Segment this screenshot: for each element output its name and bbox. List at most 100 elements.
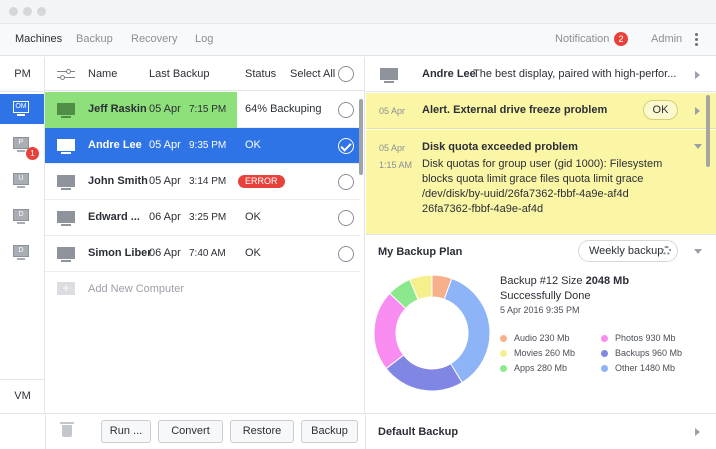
backup-size-value: 2048 Mb: [585, 275, 630, 287]
computer-icon: [57, 139, 75, 154]
convert-button[interactable]: Convert: [158, 420, 223, 443]
add-computer-row[interactable]: + Add New Computer: [45, 271, 360, 307]
rail-divider: [0, 379, 45, 380]
rail-item-d2[interactable]: D: [0, 238, 44, 268]
computer-icon: [57, 103, 75, 118]
legend-label-movies: Movies 260 Mb: [514, 348, 576, 358]
default-backup-label[interactable]: Default Backup: [378, 426, 458, 438]
computer-icon: P: [13, 137, 29, 152]
run-button[interactable]: Run ...: [101, 420, 151, 443]
backup-time: 9:35 PM: [189, 140, 227, 151]
alert-title: Alert. External drive freeze problem: [422, 104, 608, 116]
row-checkbox[interactable]: [338, 102, 354, 118]
legend-dot-photos: [601, 335, 608, 342]
trash-icon[interactable]: [60, 422, 74, 437]
admin-menu[interactable]: Admin: [651, 33, 682, 45]
toolbar-divider: [365, 414, 366, 449]
rail-label-pm: PM: [14, 68, 31, 80]
legend-label-backups: Backups 960 Mb: [615, 348, 683, 358]
chevron-right-icon[interactable]: [695, 71, 700, 79]
donut-slice-photos: [373, 292, 407, 370]
legend-dot-apps: [500, 365, 507, 372]
alert-ok-button[interactable]: OK: [643, 100, 678, 120]
backup-time: 7:40 AM: [189, 248, 226, 259]
computer-icon: [380, 68, 398, 83]
alert-date: 05 Apr: [379, 143, 406, 153]
donut-slice-backups: [385, 354, 463, 392]
error-status-badge: ERROR: [238, 175, 285, 188]
backup-date: 05 Apr: [149, 103, 181, 115]
alert-row-disk-quota[interactable]: 05 Apr 1:15 AM Disk quota exceeded probl…: [366, 130, 716, 234]
alert-body-line: blocks quota limit grace files quota lim…: [422, 173, 644, 185]
select-all-checkbox[interactable]: [338, 66, 354, 82]
machine-name: Simon Liber: [88, 247, 152, 259]
legend-label-apps: Apps 280 Mb: [514, 363, 568, 373]
tab-backup[interactable]: Backup: [76, 33, 113, 45]
filter-icon[interactable]: [57, 67, 75, 81]
alert-body-line: /dev/disk/by-uuid/26fa7362-fbbf-4a9e-af4…: [422, 188, 629, 200]
more-options-icon[interactable]: [693, 32, 699, 48]
column-header-last-backup[interactable]: Last Backup: [149, 68, 210, 80]
rail-item-badge: 1: [26, 147, 39, 160]
backup-date: 05 Apr: [149, 175, 181, 187]
alert-time: 1:15 AM: [379, 160, 413, 170]
table-row[interactable]: John Smith 05 Apr 3:14 PM ERROR: [45, 164, 360, 200]
computer-icon: D: [13, 209, 29, 224]
chevron-down-icon[interactable]: [694, 249, 702, 254]
rail-item-om[interactable]: OM: [0, 94, 44, 124]
backup-date: 05 Apr: [149, 139, 181, 151]
column-header-status[interactable]: Status: [245, 68, 276, 80]
computer-icon: [57, 175, 75, 190]
window-close-button[interactable]: [9, 7, 18, 16]
table-row[interactable]: Edward ... 06 Apr 3:25 PM OK: [45, 200, 360, 236]
tab-machines[interactable]: Machines: [15, 33, 62, 45]
rail-item-p[interactable]: P 1: [0, 130, 44, 160]
machine-name: John Smith: [88, 175, 148, 187]
chevron-down-icon[interactable]: [694, 144, 702, 149]
rail-item-u[interactable]: U: [0, 166, 44, 196]
row-checkbox[interactable]: [338, 174, 354, 190]
schedule-dropdown[interactable]: Weekly backup: [578, 240, 678, 262]
bottom-toolbar: Run ... Convert Restore Backup Default B…: [0, 413, 716, 449]
tab-recovery[interactable]: Recovery: [131, 33, 177, 45]
rail-item-vm[interactable]: VM: [0, 390, 45, 402]
summary-machine-description: The best display, paired with high-perfo…: [473, 68, 677, 80]
backup-time: 3:25 PM: [189, 212, 227, 223]
chevron-right-icon[interactable]: [695, 107, 700, 115]
machine-summary-row[interactable]: Andre Lee The best display, paired with …: [366, 57, 716, 92]
table-row[interactable]: Simon Liber 06 Apr 7:40 AM OK: [45, 236, 360, 272]
legend-label-photos: Photos 930 Mb: [615, 333, 676, 343]
list-scrollbar[interactable]: [359, 99, 363, 175]
gear-icon: [662, 246, 671, 255]
machine-list-header: Name Last Backup Status Select All: [45, 57, 365, 91]
machine-status: 64% Backuping: [245, 103, 322, 115]
row-checkbox-checked[interactable]: [338, 138, 354, 154]
chevron-right-icon[interactable]: [695, 428, 700, 436]
machine-status: OK: [245, 211, 261, 223]
backup-date: 06 Apr: [149, 211, 181, 223]
table-row[interactable]: Andre Lee 05 Apr 9:35 PM OK: [45, 128, 360, 164]
computer-icon: [57, 211, 75, 226]
computer-icon: D: [13, 245, 29, 260]
window-minimize-button[interactable]: [23, 7, 32, 16]
table-row[interactable]: Jeff Raskin 05 Apr 7:15 PM 64% Backuping: [45, 92, 360, 128]
machine-name: Andre Lee: [88, 139, 142, 151]
column-header-name[interactable]: Name: [88, 68, 117, 80]
row-checkbox[interactable]: [338, 246, 354, 262]
rail-divider: [0, 91, 45, 92]
row-checkbox[interactable]: [338, 210, 354, 226]
schedule-dropdown-value: Weekly backup: [589, 245, 664, 257]
backup-date: 06 Apr: [149, 247, 181, 259]
notification-link[interactable]: Notification: [555, 33, 609, 45]
window-zoom-button[interactable]: [37, 7, 46, 16]
tab-log[interactable]: Log: [195, 33, 213, 45]
backup-size-line: Backup #12 Size 2048 Mb: [500, 275, 629, 287]
computer-icon: U: [13, 173, 29, 188]
computer-icon: [57, 247, 75, 262]
alert-body-line: Disk quotas for group user (gid 1000): F…: [422, 158, 663, 170]
alerts-scrollbar[interactable]: [706, 95, 710, 167]
rail-item-d1[interactable]: D: [0, 202, 44, 232]
backup-button[interactable]: Backup: [301, 420, 358, 443]
restore-button[interactable]: Restore: [230, 420, 294, 443]
legend-dot-backups: [601, 350, 608, 357]
